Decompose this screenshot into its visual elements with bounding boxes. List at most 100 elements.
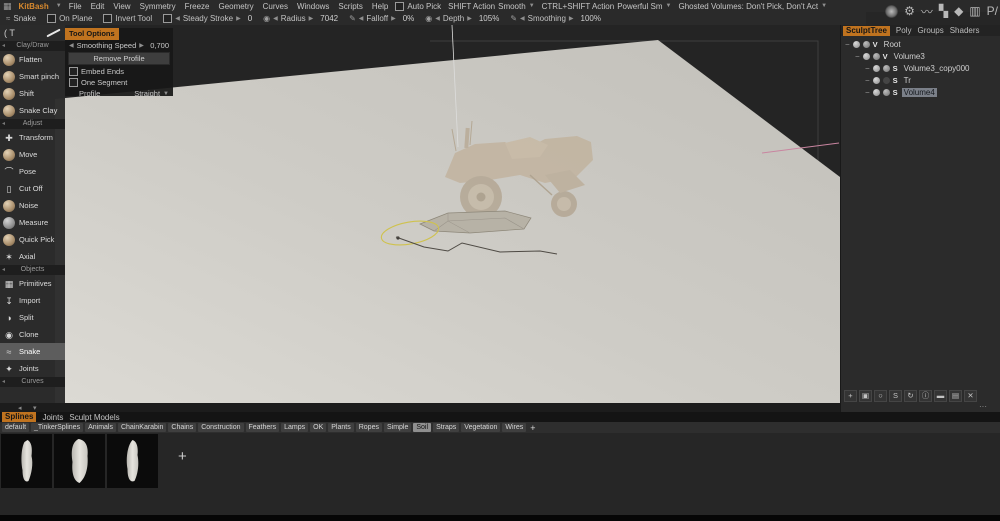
invert-tool-control[interactable]: Invert Tool — [103, 14, 152, 23]
add-category-button[interactable]: + — [530, 423, 535, 433]
delete-icon[interactable]: ✕ — [964, 390, 977, 402]
ctrl-shift-action-dropdown[interactable]: CTRL+SHIFT Action Powerful Sm ▼ — [542, 2, 672, 11]
section-header-curves[interactable]: ◂Curves — [0, 377, 65, 387]
spline-thumbnail-2[interactable] — [54, 434, 105, 488]
checker-squares-icon[interactable]: ▚ — [939, 4, 948, 18]
category-straps[interactable]: Straps — [433, 423, 459, 432]
menu-help[interactable]: Help — [372, 2, 388, 11]
tool-quick-pick[interactable]: Quick Pick — [0, 231, 65, 248]
buckets-icon[interactable]: ▥ — [969, 4, 980, 18]
duplicate-icon[interactable]: ▣ — [859, 390, 872, 402]
tool-options-tab[interactable]: Tool Options — [65, 28, 119, 40]
menu-curves[interactable]: Curves — [263, 2, 288, 11]
soft-brush-icon[interactable] — [885, 5, 898, 18]
volume-name[interactable]: Volume3_copy000 — [902, 64, 972, 73]
category-plants[interactable]: Plants — [328, 423, 353, 432]
collapse-icon[interactable]: − — [855, 52, 860, 61]
sphere-icon[interactable]: ○ — [874, 390, 887, 402]
tab-sculpt-models[interactable]: Sculpt Models — [69, 413, 119, 422]
tool-measure[interactable]: Measure — [0, 214, 65, 231]
visibility-eye-icon[interactable] — [873, 89, 880, 96]
tree-row-tr[interactable]: −STr — [841, 74, 1000, 86]
tool-split[interactable]: ◑Split — [0, 309, 65, 326]
tool-smart-pinch[interactable]: Smart pinch — [0, 68, 65, 85]
category-construction[interactable]: Construction — [198, 423, 243, 432]
smoothing-control[interactable]: ✎◀Smoothing▶100% — [510, 14, 601, 23]
gear-pen-icon[interactable]: ⚙ — [904, 4, 915, 18]
category-default[interactable]: default — [2, 423, 29, 432]
visibility-eye-icon[interactable] — [873, 77, 880, 84]
snake-control[interactable]: ≈Snake — [6, 14, 36, 23]
ghost-toggle-icon[interactable] — [883, 89, 890, 96]
workspace-dropdown[interactable]: KitBash — [19, 2, 49, 11]
category-chainkarabin[interactable]: ChainKarabin — [118, 423, 166, 432]
tab-shaders[interactable]: Shaders — [950, 26, 980, 35]
embed-ends-checkbox[interactable]: Embed Ends — [65, 66, 173, 77]
smooth-icon[interactable]: S — [889, 390, 902, 402]
tool-cut-off[interactable]: ▯Cut Off — [0, 180, 65, 197]
arrow-left-icon[interactable]: ◀ — [175, 15, 180, 22]
tab-splines[interactable]: Splines — [2, 412, 36, 422]
visibility-eye-icon[interactable] — [873, 65, 880, 72]
category-simple[interactable]: Simple — [384, 423, 411, 432]
spline-thumbnail-1[interactable] — [1, 434, 52, 488]
profile-dropdown[interactable]: Profile Straight ▼ — [65, 88, 173, 99]
category-feathers[interactable]: Feathers — [246, 423, 280, 432]
tool-move[interactable]: Move — [0, 146, 65, 163]
category-wires[interactable]: Wires — [502, 423, 526, 432]
curve-points-icon[interactable]: 〰 — [921, 3, 933, 20]
collapse-icon[interactable]: − — [845, 40, 850, 49]
section-header-objects[interactable]: ◂Objects — [0, 265, 65, 275]
category-ok[interactable]: OK — [310, 423, 326, 432]
collapse-icon[interactable]: − — [865, 76, 870, 85]
tool-joints[interactable]: ✦Joints — [0, 360, 65, 377]
arrow-left-icon[interactable]: ◀ — [359, 15, 364, 22]
add-volume-icon[interactable]: + — [844, 390, 857, 402]
tab-groups[interactable]: Groups — [917, 26, 943, 35]
menu-geometry[interactable]: Geometry — [219, 2, 254, 11]
add-spline-button[interactable]: + — [178, 448, 187, 465]
tool-snake[interactable]: ≈Snake — [0, 343, 65, 360]
menu-view[interactable]: View — [113, 2, 130, 11]
menu-edit[interactable]: Edit — [91, 2, 105, 11]
tool-pose[interactable]: ⌒Pose — [0, 163, 65, 180]
tool-shift[interactable]: Shift — [0, 85, 65, 102]
arrow-left-icon[interactable]: ◀ — [273, 15, 278, 22]
spline-thumbnail-3[interactable] — [107, 434, 158, 488]
panel-overflow-icon[interactable]: ··· — [841, 402, 1000, 412]
volume-name[interactable]: Volume3 — [892, 52, 927, 61]
text-tool-icon[interactable]: ( T — [4, 28, 15, 38]
collapse-icon[interactable]: − — [865, 64, 870, 73]
visibility-eye-icon[interactable] — [863, 53, 870, 60]
arrow-right-icon[interactable]: ▶ — [391, 15, 396, 22]
tool-noise[interactable]: Noise — [0, 197, 65, 214]
menu-freeze[interactable]: Freeze — [185, 2, 210, 11]
menu-scripts[interactable]: Scripts — [338, 2, 362, 11]
tab-poly[interactable]: Poly — [896, 26, 912, 35]
ghosted-volumes-dropdown[interactable]: Ghosted Volumes: Don't Pick, Don't Act ▼ — [679, 2, 828, 11]
strip-left-arrow-icon[interactable]: ◂ — [18, 404, 22, 412]
volume-name[interactable]: Tr — [902, 76, 913, 85]
stroke-icon[interactable] — [46, 29, 60, 38]
paint-brush-icon[interactable]: P/ — [987, 4, 998, 18]
layer-icon[interactable]: ▬ — [934, 390, 947, 402]
category-vegetation[interactable]: Vegetation — [461, 423, 500, 432]
radius-control[interactable]: ◉◀Radius▶7042 — [263, 14, 338, 23]
smoothing-speed-slider[interactable]: ◀ Smoothing Speed ▶ 0,700 — [65, 40, 173, 51]
arrow-right-icon[interactable]: ▶ — [139, 42, 144, 49]
tool-snake-clay[interactable]: Snake Clay — [0, 102, 65, 119]
volume-name[interactable]: Volume4 — [902, 88, 937, 97]
category-animals[interactable]: Animals — [85, 423, 116, 432]
arrow-left-icon[interactable]: ◀ — [520, 15, 525, 22]
tab-sculpttree[interactable]: SculptTree — [843, 26, 890, 36]
info-icon[interactable]: ⓘ — [919, 390, 932, 402]
category--tinkersplines[interactable]: _TinkerSplines — [31, 423, 83, 432]
category-chains[interactable]: Chains — [168, 423, 196, 432]
tool-import[interactable]: ↧Import — [0, 292, 65, 309]
one-segment-checkbox[interactable]: One Segment — [65, 77, 173, 88]
falloff-control[interactable]: ✎◀Falloff▶0% — [349, 14, 414, 23]
tool-clone[interactable]: ◉Clone — [0, 326, 65, 343]
category-ropes[interactable]: Ropes — [356, 423, 382, 432]
menu-windows[interactable]: Windows — [297, 2, 329, 11]
category-lamps[interactable]: Lamps — [281, 423, 308, 432]
